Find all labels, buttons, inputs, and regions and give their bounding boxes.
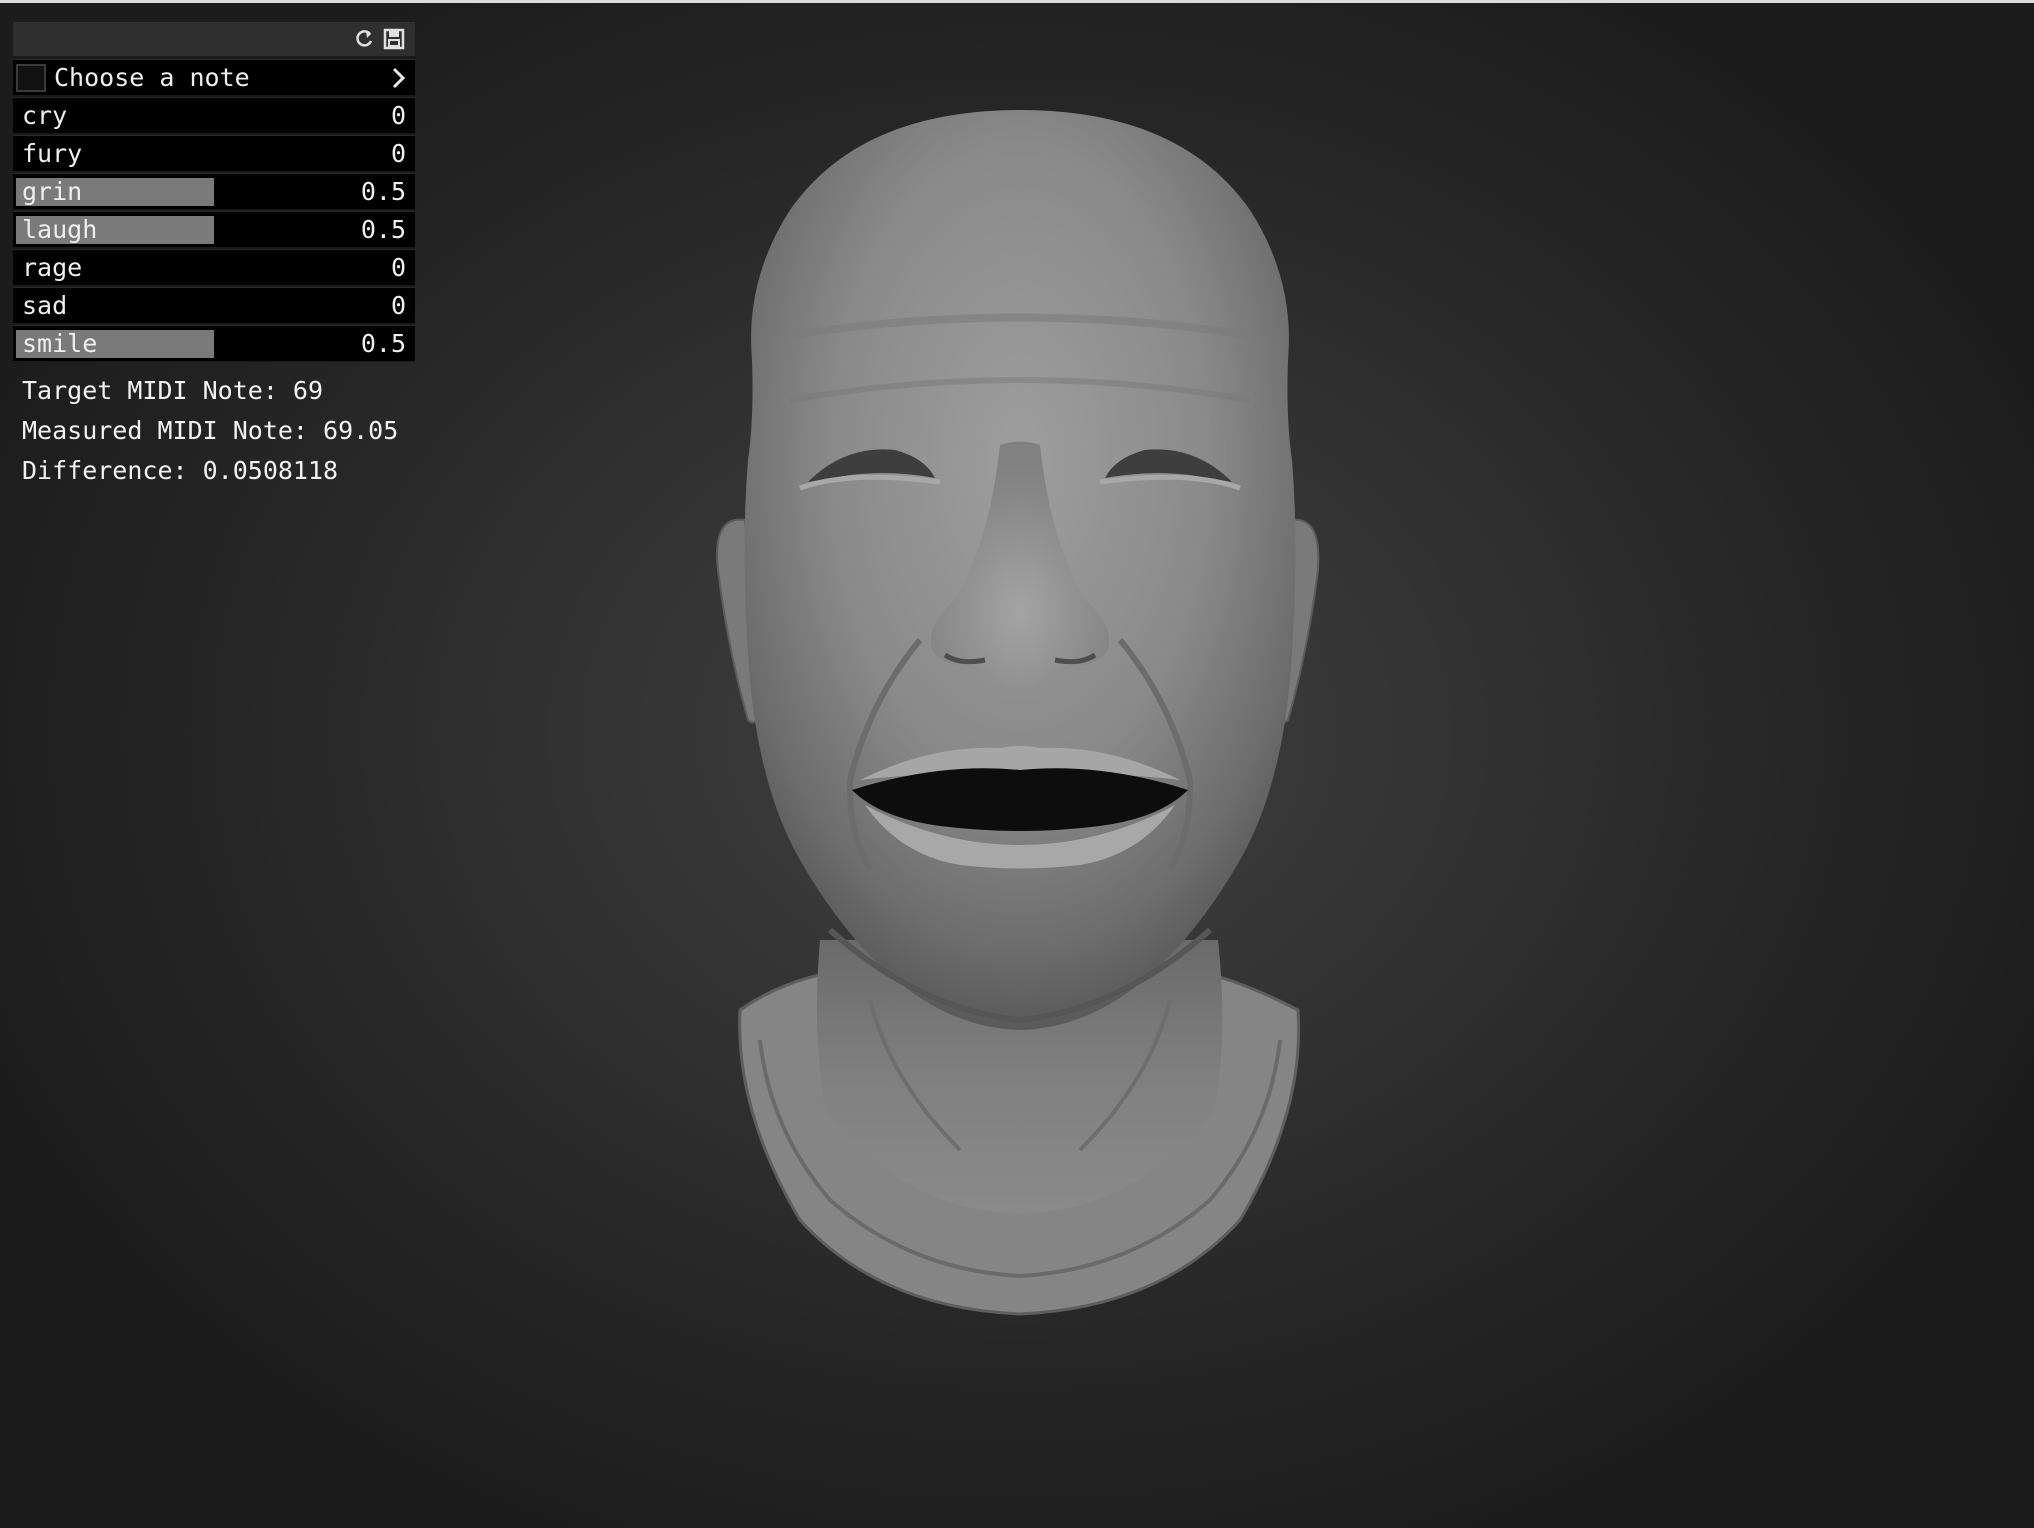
slider-value: 0 [390,291,406,320]
control-panel: Choose a note cry 0 fury 0 grin 0.5 laug… [13,22,415,362]
slider-value: 0 [390,253,406,282]
slider-cry[interactable]: cry 0 [13,97,415,133]
slider-sad[interactable]: sad 0 [13,287,415,323]
note-selector-label: Choose a note [54,63,250,92]
refresh-icon[interactable] [353,28,375,50]
slider-laugh[interactable]: laugh 0.5 [13,211,415,247]
slider-label: rage [22,253,83,282]
slider-label: smile [22,329,98,358]
slider-label: sad [22,291,68,320]
measured-midi-note: Measured MIDI Note: 69.05 [22,416,399,445]
slider-label: grin [22,177,83,206]
note-checkbox[interactable] [16,64,46,92]
slider-label: laugh [22,215,98,244]
slider-value: 0 [390,139,406,168]
slider-label: cry [22,101,68,130]
slider-value: 0 [390,101,406,130]
save-icon[interactable] [383,28,405,50]
target-midi-note: Target MIDI Note: 69 [22,376,324,405]
panel-header [13,22,415,58]
slider-smile[interactable]: smile 0.5 [13,325,415,361]
difference-readout: Difference: 0.0508118 [22,456,339,485]
slider-grin[interactable]: grin 0.5 [13,173,415,209]
chevron-right-icon[interactable] [391,67,407,89]
slider-value: 0.5 [360,177,406,206]
slider-value: 0.5 [360,329,406,358]
slider-label: fury [22,139,83,168]
slider-value: 0.5 [360,215,406,244]
note-selector[interactable]: Choose a note [13,59,415,95]
slider-rage[interactable]: rage 0 [13,249,415,285]
slider-fury[interactable]: fury 0 [13,135,415,171]
